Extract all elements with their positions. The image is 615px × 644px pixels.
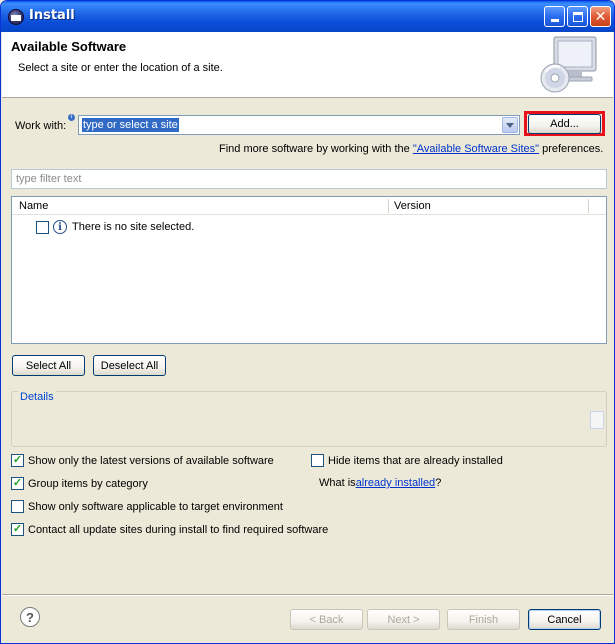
column-name[interactable]: Name: [19, 200, 48, 212]
add-button[interactable]: Add...: [528, 114, 601, 134]
what-is-prefix: What is: [319, 477, 356, 489]
window-title: Install: [29, 8, 75, 23]
install-dialog: Install ✕ Available Software Select a si…: [0, 0, 615, 644]
filter-placeholder: type filter text: [16, 173, 82, 185]
hide-installed-checkbox[interactable]: [311, 454, 324, 467]
what-is-installed-text: What is already installed?: [319, 477, 441, 489]
group-by-category-label: Group items by category: [28, 477, 148, 490]
filter-input[interactable]: type filter text: [11, 169, 607, 189]
applicable-only-option[interactable]: Show only software applicable to target …: [11, 500, 283, 513]
show-latest-option[interactable]: ✓ Show only the latest versions of avail…: [11, 454, 274, 467]
applicable-only-label: Show only software applicable to target …: [28, 500, 283, 513]
work-with-label: Work with:: [15, 120, 67, 132]
show-latest-checkbox[interactable]: ✓: [11, 454, 24, 467]
available-software-sites-link[interactable]: "Available Software Sites": [413, 143, 539, 155]
group-by-category-checkbox[interactable]: ✓: [11, 477, 24, 490]
already-installed-link[interactable]: already installed: [356, 477, 436, 489]
table-header: Name Version: [12, 197, 606, 215]
row-checkbox[interactable]: [36, 220, 49, 234]
install-software-icon: [540, 36, 597, 93]
title-bar[interactable]: Install ✕: [1, 1, 614, 32]
wizard-header: Available Software Select a site or ente…: [2, 32, 613, 98]
find-more-prefix: Find more software by working with the: [219, 143, 413, 155]
footer-divider: [2, 594, 613, 596]
minimize-icon: [550, 19, 559, 22]
close-icon: ✕: [594, 8, 607, 25]
info-hint-icon: i: [68, 114, 75, 121]
combo-dropdown-button[interactable]: [502, 117, 518, 133]
find-more-suffix: preferences.: [539, 143, 604, 155]
work-with-value[interactable]: type or select a site: [82, 118, 179, 132]
hide-installed-option[interactable]: Hide items that are already installed: [311, 454, 503, 467]
column-divider[interactable]: [388, 199, 389, 213]
details-label: Details: [18, 391, 56, 403]
eclipse-icon: [8, 9, 24, 25]
cancel-button[interactable]: Cancel: [528, 609, 601, 630]
contact-all-sites-label: Contact all update sites during install …: [28, 523, 329, 536]
what-is-suffix: ?: [435, 477, 442, 489]
close-button[interactable]: ✕: [590, 6, 611, 27]
select-all-button[interactable]: Select All: [12, 355, 85, 376]
page-title: Available Software: [11, 39, 127, 54]
work-with-combo[interactable]: type or select a site: [78, 115, 520, 135]
show-latest-label: Show only the latest versions of availab…: [28, 454, 274, 467]
group-by-category-option[interactable]: ✓ Group items by category: [11, 477, 148, 490]
deselect-all-button[interactable]: Deselect All: [93, 355, 166, 376]
minimize-button[interactable]: [544, 6, 565, 27]
column-version[interactable]: Version: [394, 200, 431, 212]
find-more-text: Find more software by working with the "…: [219, 143, 603, 155]
help-icon[interactable]: ?: [20, 607, 40, 627]
maximize-button[interactable]: [567, 6, 588, 27]
column-divider[interactable]: [588, 199, 589, 213]
table-row[interactable]: i There is no site selected.: [36, 219, 194, 235]
software-tree[interactable]: Name Version i There is no site selected…: [11, 196, 607, 344]
hide-installed-label: Hide items that are already installed: [328, 454, 503, 467]
info-icon: i: [53, 220, 67, 234]
contact-all-sites-checkbox[interactable]: ✓: [11, 523, 24, 536]
finish-button[interactable]: Finish: [447, 609, 520, 630]
page-description: Select a site or enter the location of a…: [18, 62, 223, 74]
chevron-down-icon: [506, 122, 514, 128]
row-label: There is no site selected.: [72, 221, 195, 233]
details-scrollbar[interactable]: [590, 411, 604, 429]
applicable-only-checkbox[interactable]: [11, 500, 24, 513]
contact-all-sites-option[interactable]: ✓ Contact all update sites during instal…: [11, 523, 328, 536]
details-group: Details: [11, 391, 607, 447]
next-button[interactable]: Next >: [367, 609, 440, 630]
maximize-icon: [572, 11, 583, 22]
back-button[interactable]: < Back: [290, 609, 363, 630]
